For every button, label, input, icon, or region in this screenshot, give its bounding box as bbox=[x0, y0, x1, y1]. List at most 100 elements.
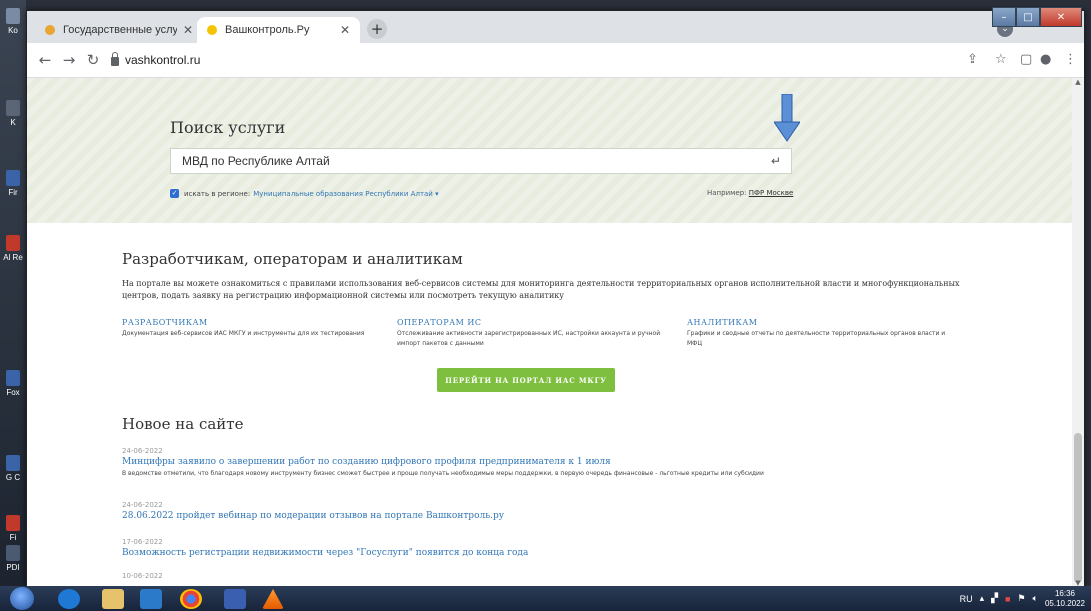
taskbar: RU ▴ ▞ ■ ⚑ 🔈︎ 16:36 05.10.2022 bbox=[0, 586, 1091, 611]
lock-icon bbox=[111, 51, 119, 66]
browser-window: Государственные услуги ✕ Вашконтроль.Ру … bbox=[26, 7, 1085, 588]
media-player-icon[interactable] bbox=[140, 589, 162, 609]
news-headline-link[interactable]: 28.06.2022 пройдет вебинар по модерации … bbox=[122, 511, 1022, 521]
tab-bar: Государственные услуги ✕ Вашконтроль.Ру … bbox=[27, 7, 1084, 43]
news-date: 17-06-2022 bbox=[122, 538, 163, 546]
news-item: 24-06-2022 28.06.2022 пройдет вебинар по… bbox=[122, 501, 1022, 521]
developers-title: Разработчикам, операторам и аналитикам bbox=[122, 250, 463, 268]
region-value: Муниципальные образования Республики Алт… bbox=[253, 189, 433, 198]
news-date: 10-06-2022 bbox=[122, 572, 163, 580]
system-tray: RU ▴ ▞ ■ ⚑ 🔈︎ 16:36 05.10.2022 bbox=[953, 586, 1085, 611]
enter-icon[interactable]: ↵ bbox=[771, 154, 781, 168]
go-to-portal-button[interactable]: ПЕРЕЙТИ НА ПОРТАЛ ИАС МКГУ bbox=[437, 368, 615, 392]
news-date: 24-06-2022 bbox=[122, 447, 163, 455]
search-section: Поиск услуги МВД по Республике Алтай ↵ ✓… bbox=[27, 78, 1072, 223]
desktop-icon[interactable]: PDI bbox=[2, 545, 24, 572]
minimize-button[interactable]: – bbox=[992, 7, 1016, 27]
column-text: Документация веб-сервисов ИАС МКГУ и инс… bbox=[122, 330, 365, 337]
page-scrollbar[interactable]: ▲ ▼ bbox=[1072, 78, 1084, 587]
vashkontrol-favicon-icon bbox=[207, 25, 217, 35]
desktop-icons-strip: Ko K Fir Al Re Fox G C Fi PDI bbox=[0, 0, 26, 586]
news-item: 10-06-2022 bbox=[122, 572, 1022, 580]
news-item: 17-06-2022 Возможность регистрации недви… bbox=[122, 538, 1022, 558]
new-tab-button[interactable]: + bbox=[367, 19, 387, 39]
analysts-column: АНАЛИТИКАМ Графики и сводные отчеты по д… bbox=[687, 318, 957, 349]
sidepanel-icon[interactable]: ▢ bbox=[1020, 52, 1032, 67]
close-icon[interactable]: ✕ bbox=[183, 23, 193, 37]
column-text: Графики и сводные отчеты по деятельности… bbox=[687, 330, 946, 347]
desktop-icon-label: PDI bbox=[6, 563, 20, 572]
menu-icon[interactable]: ⋮ bbox=[1064, 52, 1077, 67]
desktop-icon[interactable]: Fi bbox=[2, 515, 24, 542]
clock-time: 16:36 bbox=[1054, 588, 1075, 598]
column-heading-link[interactable]: АНАЛИТИКАМ bbox=[687, 318, 957, 327]
region-filter: ✓ искать в регионе: Муниципальные образо… bbox=[170, 189, 439, 198]
search-title: Поиск услуги bbox=[170, 118, 286, 137]
clock[interactable]: 16:36 05.10.2022 bbox=[1045, 589, 1085, 609]
volume-icon[interactable]: 🔈︎ bbox=[1033, 593, 1038, 604]
operators-column: ОПЕРАТОРАМ ИС Отслеживание активности за… bbox=[397, 318, 667, 349]
forward-arrow-icon[interactable]: → bbox=[59, 50, 79, 70]
save-disk-icon[interactable] bbox=[224, 589, 246, 609]
scrollbar-thumb[interactable] bbox=[1074, 433, 1082, 583]
browser-toolbar: ← → ↻ vashkontrol.ru ⇪ ☆ ▢ ● ⋮ bbox=[27, 43, 1084, 78]
star-icon[interactable]: ☆ bbox=[995, 52, 1007, 67]
profile-icon[interactable]: ● bbox=[1040, 52, 1051, 67]
desktop-icon[interactable]: Ko bbox=[2, 8, 24, 35]
arrow-down-icon bbox=[774, 94, 800, 142]
news-item: 24-06-2022 Минцифры заявило о завершении… bbox=[122, 447, 1022, 477]
example-link[interactable]: ПФР Москве bbox=[749, 189, 794, 197]
region-label: искать в регионе: bbox=[184, 189, 251, 198]
start-button[interactable] bbox=[10, 587, 34, 610]
column-heading-link[interactable]: РАЗРАБОТЧИКАМ bbox=[122, 318, 382, 327]
developers-description: На портале вы можете ознакомиться с прав… bbox=[122, 279, 960, 300]
vlc-icon[interactable] bbox=[262, 589, 284, 609]
desktop-icon[interactable]: K bbox=[2, 100, 24, 127]
tab-gosuslugi[interactable]: Государственные услуги ✕ bbox=[35, 17, 203, 43]
region-select[interactable]: Муниципальные образования Республики Алт… bbox=[253, 190, 438, 198]
ie-icon[interactable] bbox=[58, 589, 80, 609]
address-bar[interactable]: vashkontrol.ru bbox=[111, 48, 946, 72]
news-headline-link[interactable]: Минцифры заявило о завершении работ по с… bbox=[122, 457, 1022, 467]
window-controls: – □ ✕ bbox=[992, 7, 1082, 27]
example-label: Например: bbox=[707, 189, 747, 197]
news-headline-link[interactable]: Возможность регистрации недвижимости чер… bbox=[122, 548, 1022, 558]
news-text: В ведомстве отметили, что благодаря ново… bbox=[122, 470, 764, 477]
desktop-icon-label: G C bbox=[5, 473, 21, 482]
antivirus-icon[interactable]: ■ bbox=[1005, 594, 1010, 604]
desktop-icon[interactable]: Fir bbox=[2, 170, 24, 197]
tab-title: Вашконтроль.Ру bbox=[225, 24, 310, 36]
column-text: Отслеживание активности зарегистрированн… bbox=[397, 330, 661, 347]
page-viewport: Поиск услуги МВД по Республике Алтай ↵ ✓… bbox=[27, 78, 1084, 587]
column-heading-link[interactable]: ОПЕРАТОРАМ ИС bbox=[397, 318, 667, 327]
desktop-icon[interactable]: Al Re bbox=[2, 235, 24, 262]
developers-column: РАЗРАБОТЧИКАМ Документация веб-сервисов … bbox=[122, 318, 382, 339]
folder-icon[interactable] bbox=[102, 589, 124, 609]
desktop-icon[interactable]: G C bbox=[2, 455, 24, 482]
maximize-button[interactable]: □ bbox=[1016, 7, 1040, 27]
back-arrow-icon[interactable]: ← bbox=[35, 50, 55, 70]
action-center-icon[interactable]: ⚑ bbox=[1017, 593, 1025, 604]
close-window-button[interactable]: ✕ bbox=[1040, 7, 1082, 27]
reload-icon[interactable]: ↻ bbox=[83, 50, 103, 70]
tray-expand-icon[interactable]: ▴ bbox=[980, 593, 985, 604]
chrome-icon[interactable] bbox=[180, 589, 202, 609]
tab-vashkontrol[interactable]: Вашконтроль.Ру ✕ bbox=[197, 17, 360, 43]
desktop-icon[interactable]: Fox bbox=[2, 370, 24, 397]
url-text: vashkontrol.ru bbox=[125, 53, 201, 67]
language-indicator[interactable]: RU bbox=[960, 594, 973, 604]
search-example: Например: ПФР Москве bbox=[707, 189, 793, 197]
share-icon[interactable]: ⇪ bbox=[967, 52, 978, 67]
desktop-icon-label: Fox bbox=[6, 388, 20, 397]
region-checkbox[interactable]: ✓ bbox=[170, 189, 179, 198]
desktop-icon-label: K bbox=[10, 118, 16, 127]
tab-title: Государственные услуги bbox=[63, 24, 177, 36]
close-icon[interactable]: ✕ bbox=[340, 23, 350, 37]
clock-date: 05.10.2022 bbox=[1044, 598, 1085, 608]
news-date: 24-06-2022 bbox=[122, 501, 163, 509]
desktop-icon-label: Fi bbox=[9, 533, 17, 542]
news-title: Новое на сайте bbox=[122, 415, 244, 433]
scroll-up-icon[interactable]: ▲ bbox=[1072, 78, 1084, 86]
network-icon[interactable]: ▞ bbox=[991, 593, 998, 604]
search-input[interactable]: МВД по Республике Алтай ↵ bbox=[170, 148, 792, 174]
